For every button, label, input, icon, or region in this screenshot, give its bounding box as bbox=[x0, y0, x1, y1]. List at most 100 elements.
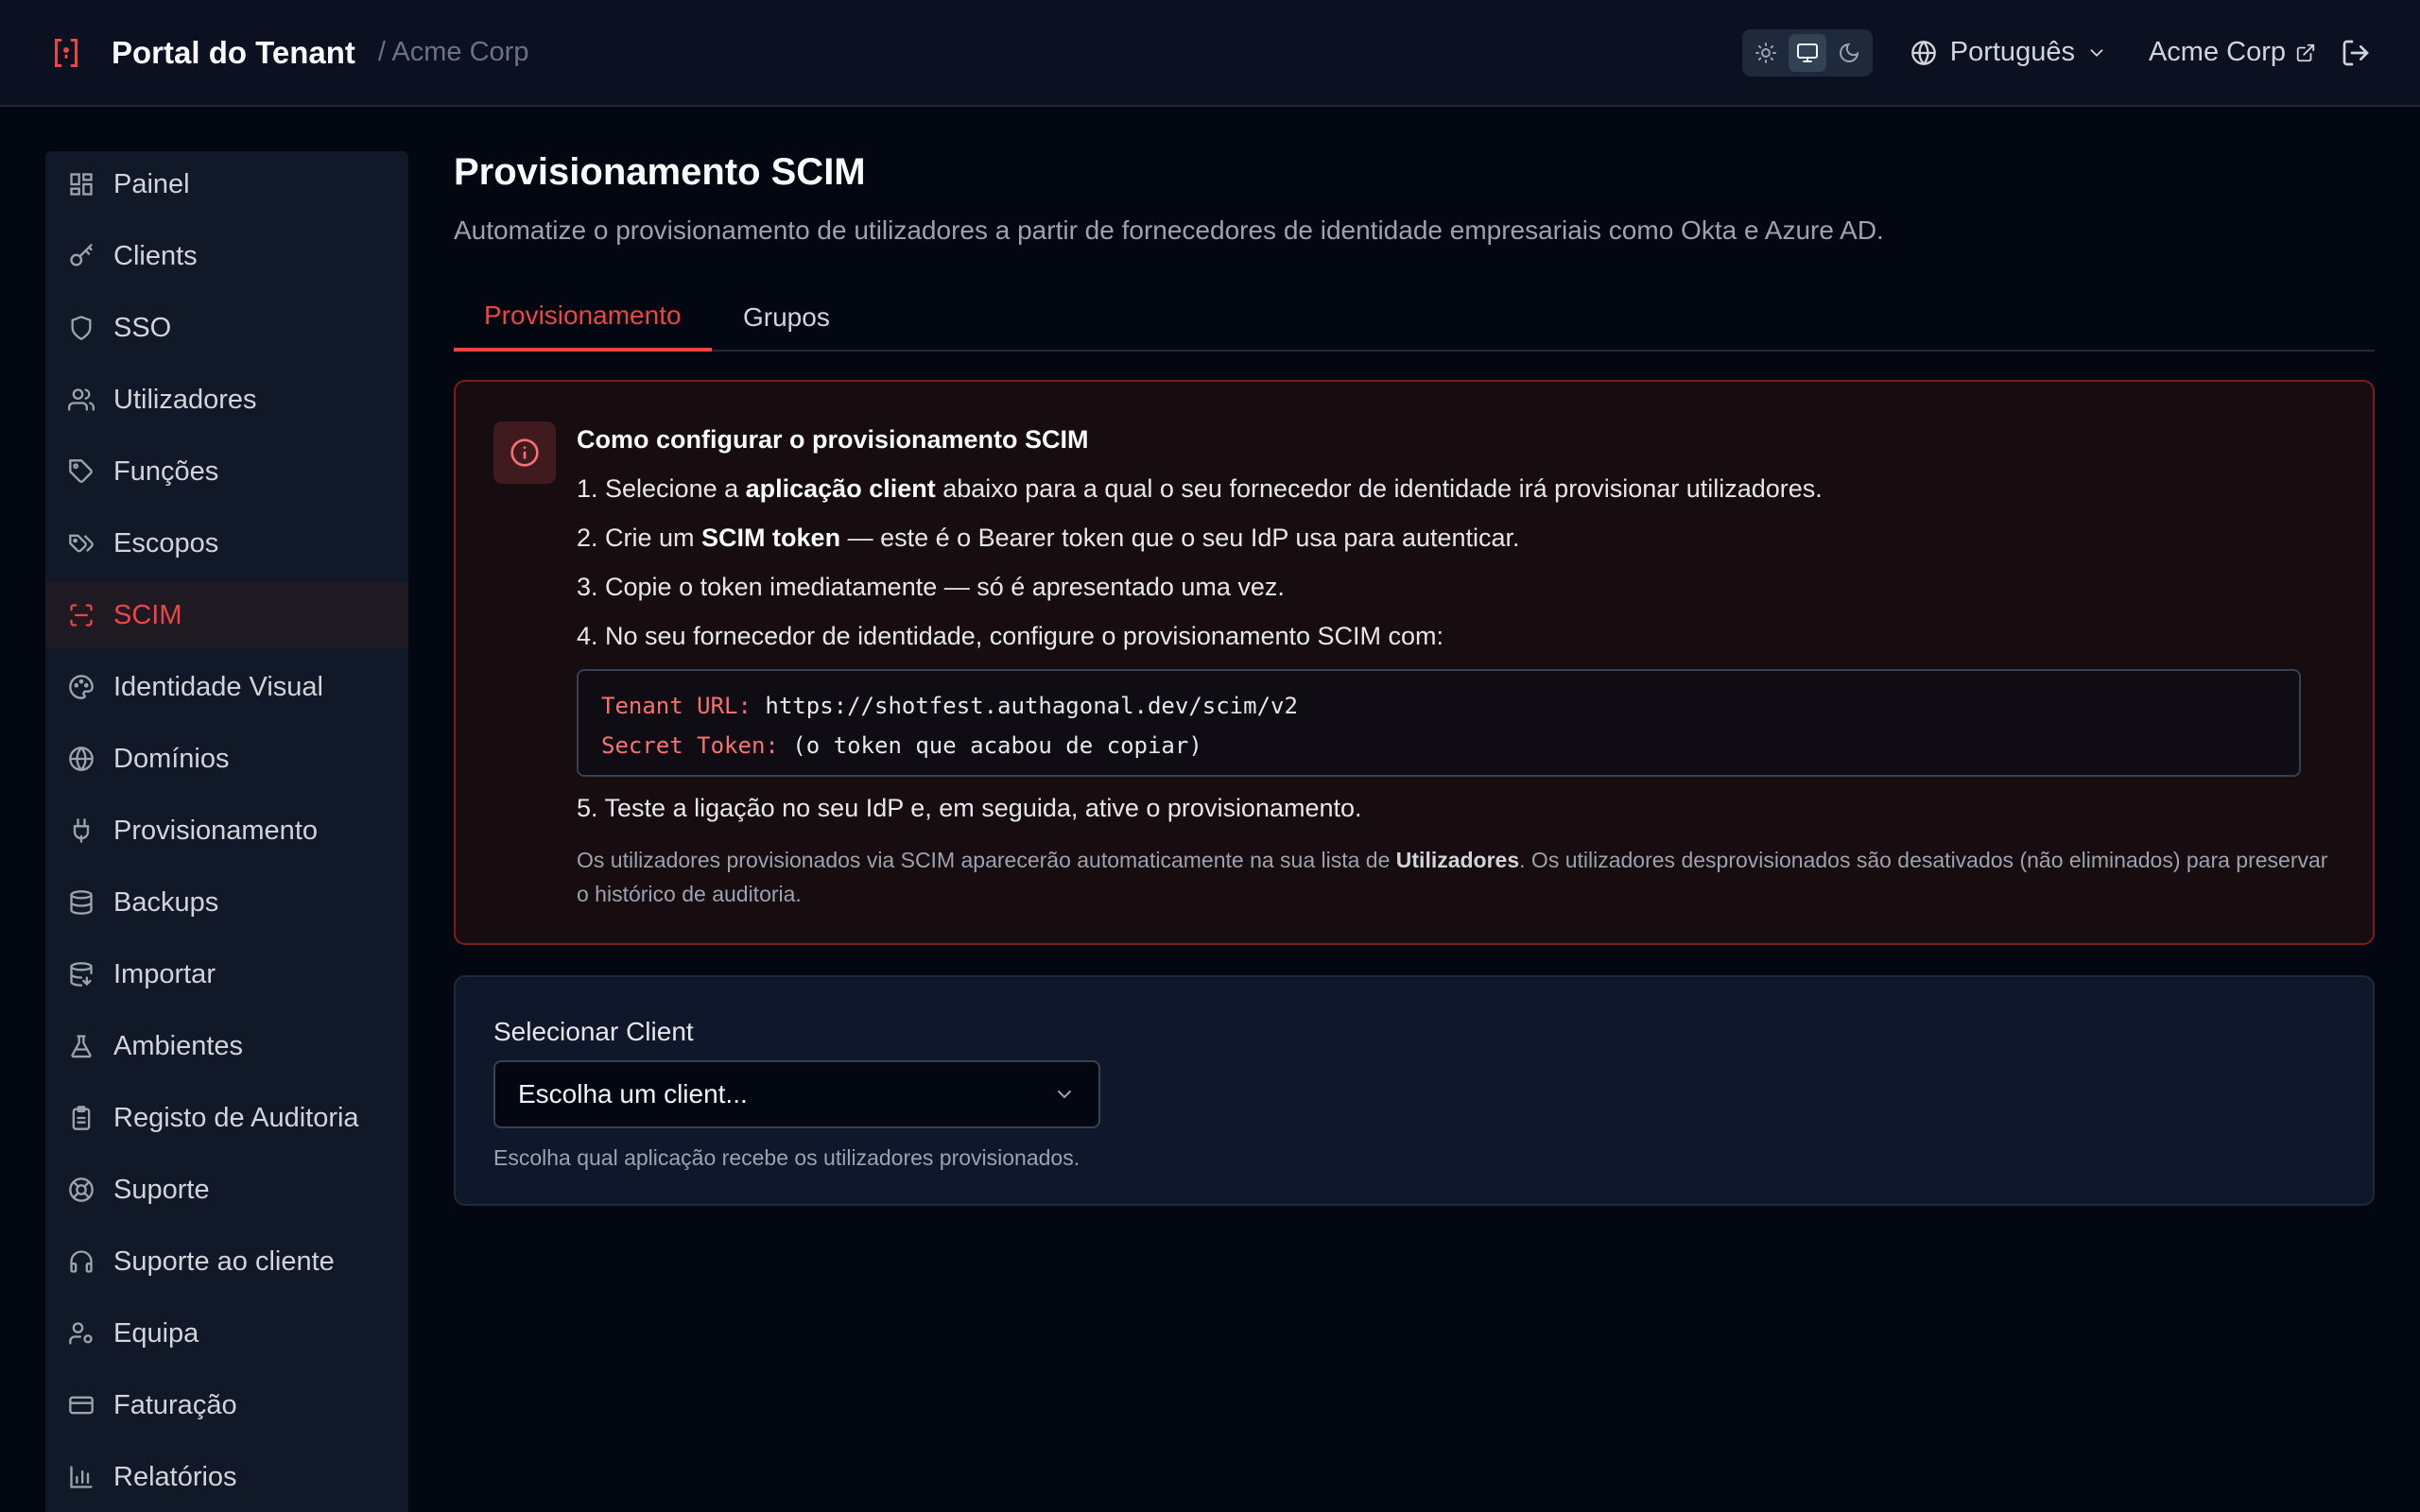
client-select-help: Escolha qual aplicação recebe os utiliza… bbox=[493, 1145, 1080, 1170]
clipboard-icon bbox=[72, 1106, 91, 1130]
sidebar-item-suporte[interactable]: Suporte bbox=[45, 1157, 408, 1223]
tab-provisionamento[interactable]: Provisionamento bbox=[454, 284, 712, 352]
sidebar-item-label: Identidade Visual bbox=[113, 671, 323, 702]
guide-body: Como configurar o provisionamento SCIM 1… bbox=[577, 421, 2335, 911]
sidebar-item-funcoes[interactable]: Funções bbox=[45, 438, 408, 505]
tab-grupos[interactable]: Grupos bbox=[713, 284, 860, 352]
guide-step-1: 1. Selecione a aplicação client abaixo p… bbox=[577, 471, 2335, 507]
external-link-icon bbox=[2296, 43, 2315, 61]
lifebuoy-icon bbox=[69, 1177, 94, 1202]
sidebar-item-label: Suporte ao cliente bbox=[113, 1246, 335, 1277]
code-key: Secret Token: bbox=[601, 732, 779, 759]
client-select-dropdown[interactable]: Escolha um client... bbox=[493, 1060, 1100, 1128]
scim-config-code-block[interactable]: Tenant URL: https://shotfest.authagonal.… bbox=[577, 669, 2301, 777]
sidebar-item-provisionamento[interactable]: Provisionamento bbox=[45, 798, 408, 864]
shield-icon bbox=[71, 316, 92, 340]
guide-step-4: 4. No seu fornecedor de identidade, conf… bbox=[577, 622, 1444, 650]
secret-token-value: (o token que acabou de copiar) bbox=[792, 732, 1202, 759]
chevron-down-icon bbox=[2090, 48, 2103, 57]
theme-light-button[interactable] bbox=[1747, 34, 1785, 72]
step-text: abaixo para a qual o seu fornecedor de i… bbox=[935, 474, 1823, 503]
credit-card-icon bbox=[69, 1396, 94, 1415]
page-subtitle: Automatize o provisionamento de utilizad… bbox=[454, 215, 1884, 245]
sidebar-item-scim[interactable]: SCIM bbox=[45, 582, 408, 648]
scan-icon bbox=[70, 604, 93, 627]
sidebar-item-clients[interactable]: Clients bbox=[45, 223, 408, 289]
top-bar: Portal do Tenant / Acme Corp Português A… bbox=[0, 0, 2420, 107]
sidebar-item-label: Escopos bbox=[113, 527, 219, 558]
sidebar-item-suporte-cliente[interactable]: Suporte ao cliente bbox=[45, 1228, 408, 1295]
guide-step-3: 3. Copie o token imediatamente — só é ap… bbox=[577, 573, 1285, 601]
sidebar-item-label: Suporte bbox=[113, 1174, 210, 1205]
palette-icon bbox=[69, 675, 94, 699]
sidebar-item-utilizadores[interactable]: Utilizadores bbox=[45, 367, 408, 433]
flask-icon bbox=[71, 1035, 92, 1058]
sidebar-item-identidade-visual[interactable]: Identidade Visual bbox=[45, 654, 408, 720]
sidebar-item-label: Utilizadores bbox=[113, 384, 257, 415]
monitor-icon bbox=[1796, 43, 1818, 62]
globe-icon bbox=[1910, 40, 1936, 65]
client-select-card: Selecionar Client Escolha um client... E… bbox=[454, 975, 2375, 1206]
language-selector[interactable]: Português bbox=[1910, 37, 2107, 68]
sidebar-item-label: Clients bbox=[113, 240, 198, 271]
theme-system-button[interactable] bbox=[1788, 33, 1826, 72]
sidebar-item-label: Equipa bbox=[113, 1317, 199, 1349]
moon-icon bbox=[1839, 43, 1858, 62]
users-icon bbox=[68, 388, 95, 411]
note-bold-text: Utilizadores bbox=[1395, 848, 1520, 872]
tab-bar: Provisionamento Grupos bbox=[454, 284, 2375, 352]
sidebar-item-relatorios[interactable]: Relatórios bbox=[45, 1444, 408, 1510]
sidebar-item-label: Relatórios bbox=[113, 1461, 237, 1492]
theme-toggle bbox=[1741, 28, 1873, 77]
sidebar-item-equipa[interactable]: Equipa bbox=[45, 1300, 408, 1366]
org-link[interactable]: Acme Corp bbox=[2149, 37, 2316, 68]
sidebar-item-dominios[interactable]: Domínios bbox=[45, 726, 408, 792]
page-title: Provisionamento SCIM bbox=[454, 151, 866, 193]
guide-step-2: 2. Crie um SCIM token — este é o Bearer … bbox=[577, 520, 2335, 556]
tenant-url-value: https://shotfest.authagonal.dev/scim/v2 bbox=[765, 693, 1298, 719]
client-select-label: Selecionar Client bbox=[493, 1017, 694, 1046]
theme-dark-button[interactable] bbox=[1830, 34, 1868, 72]
step-text: 2. Crie um bbox=[577, 524, 702, 552]
sidebar-item-importar[interactable]: Importar bbox=[45, 941, 408, 1007]
sidebar-item-label: Domínios bbox=[113, 743, 230, 774]
chevron-down-icon bbox=[1058, 1091, 1071, 1099]
secret-token-line: Secret Token: (o token que acabou de cop… bbox=[601, 726, 2276, 765]
step-text: 1. Selecione a bbox=[577, 474, 746, 503]
sidebar-item-label: SCIM bbox=[113, 599, 182, 630]
sidebar-item-registo-auditoria[interactable]: Registo de Auditoria bbox=[45, 1085, 408, 1151]
sidebar-item-faturacao[interactable]: Faturação bbox=[45, 1372, 408, 1438]
sidebar-item-label: Importar bbox=[113, 958, 216, 989]
app-title[interactable]: Portal do Tenant bbox=[112, 35, 355, 71]
key-icon bbox=[70, 244, 93, 266]
step-bold-text: SCIM token bbox=[701, 524, 841, 552]
sidebar-item-label: Backups bbox=[113, 886, 219, 918]
sidebar-item-label: Provisionamento bbox=[113, 815, 318, 846]
sidebar-item-ambientes[interactable]: Ambientes bbox=[45, 1013, 408, 1079]
sidebar-item-label: Faturação bbox=[113, 1389, 237, 1420]
sidebar-item-backups[interactable]: Backups bbox=[45, 869, 408, 936]
bar-chart-icon bbox=[70, 1466, 93, 1488]
language-label: Português bbox=[1949, 37, 2075, 67]
user-cog-icon bbox=[69, 1322, 93, 1345]
database-icon bbox=[70, 890, 93, 915]
guide-note: Os utilizadores provisionados via SCIM a… bbox=[577, 843, 2335, 911]
logout-icon[interactable] bbox=[2341, 38, 2371, 68]
org-name: Acme Corp bbox=[2148, 37, 2286, 67]
sidebar-item-label: Ambientes bbox=[113, 1030, 244, 1061]
sidebar-item-sso[interactable]: SSO bbox=[45, 295, 408, 361]
sidebar-item-label: SSO bbox=[113, 312, 172, 343]
step-bold-text: aplicação client bbox=[745, 474, 936, 503]
plug-icon bbox=[73, 818, 90, 843]
step-text: — este é o Bearer token que o seu IdP us… bbox=[840, 524, 1520, 552]
sun-icon bbox=[1754, 42, 1776, 63]
globe-icon bbox=[69, 747, 94, 771]
tenant-url-line: Tenant URL: https://shotfest.authagonal.… bbox=[601, 686, 2276, 726]
database-import-icon bbox=[70, 962, 93, 987]
tag-icon bbox=[69, 459, 93, 483]
guide-title: Como configurar o provisionamento SCIM bbox=[577, 425, 1089, 454]
sidebar: Painel Clients SSO Utilizadores Funções … bbox=[45, 151, 408, 1512]
sidebar-item-painel[interactable]: Painel bbox=[45, 151, 408, 217]
sidebar-item-escopos[interactable]: Escopos bbox=[45, 510, 408, 576]
setup-guide-card: Como configurar o provisionamento SCIM 1… bbox=[454, 380, 2375, 945]
